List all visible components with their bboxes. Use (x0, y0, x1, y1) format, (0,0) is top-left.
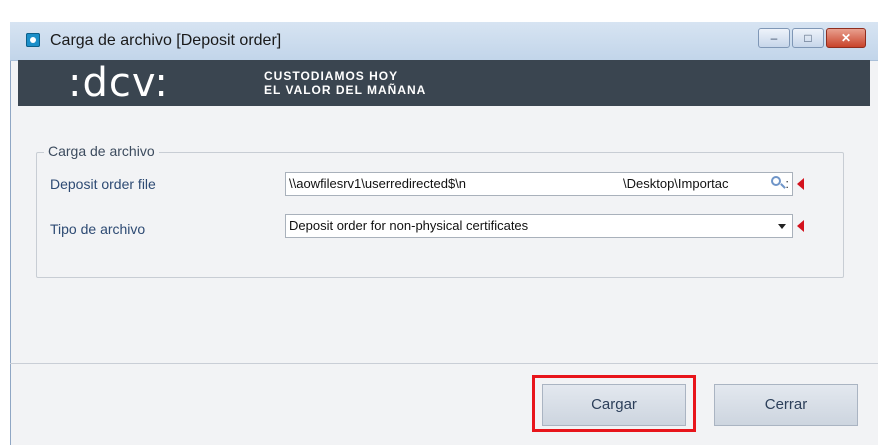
title-bar: Carga de archivo [Deposit order] – □ ✕ (10, 22, 878, 61)
brand-tagline: CUSTODIAMOS HOY EL VALOR DEL MAÑANA (264, 69, 426, 97)
required-marker-icon (797, 178, 804, 190)
chevron-down-icon[interactable] (778, 224, 786, 229)
required-marker-icon (797, 220, 804, 232)
maximize-icon: □ (804, 31, 812, 45)
tagline-line-1: CUSTODIAMOS HOY (264, 69, 399, 83)
group-box-title: Carga de archivo (44, 143, 159, 159)
deposit-file-path-start: \\aowfilesrv1\userredirected$\n (289, 176, 467, 191)
tagline-line-2: EL VALOR DEL MAÑANA (264, 83, 427, 97)
load-button-highlight (532, 375, 696, 432)
file-type-selected-value: Deposit order for non-physical certifica… (289, 218, 529, 233)
file-type-label: Tipo de archivo (50, 221, 146, 237)
footer-divider (10, 363, 878, 364)
deposit-file-path-end: \Desktop\Importac (623, 176, 729, 191)
file-type-select[interactable]: Deposit order for non-physical certifica… (285, 214, 793, 238)
maximize-button[interactable]: □ (792, 28, 824, 48)
minimize-button[interactable]: – (758, 28, 790, 48)
brand-banner: :dcv: CUSTODIAMOS HOY EL VALOR DEL MAÑAN… (18, 60, 870, 106)
search-icon[interactable] (771, 176, 781, 186)
window-title: Carga de archivo [Deposit order] (50, 32, 282, 49)
deposit-file-label: Deposit order file (50, 176, 156, 192)
minimize-icon: – (770, 31, 778, 45)
app-logo-icon (26, 33, 40, 47)
deposit-file-input[interactable]: \\aowfilesrv1\userredirected$\n \Desktop… (285, 172, 793, 196)
close-icon: ✕ (840, 31, 852, 45)
dcv-logo: :dcv: (68, 60, 169, 106)
browse-ellipsis-icon[interactable]: : (785, 173, 789, 195)
close-button[interactable]: Cerrar (714, 384, 858, 426)
close-window-button[interactable]: ✕ (826, 28, 866, 48)
window-controls: – □ ✕ (758, 28, 866, 48)
